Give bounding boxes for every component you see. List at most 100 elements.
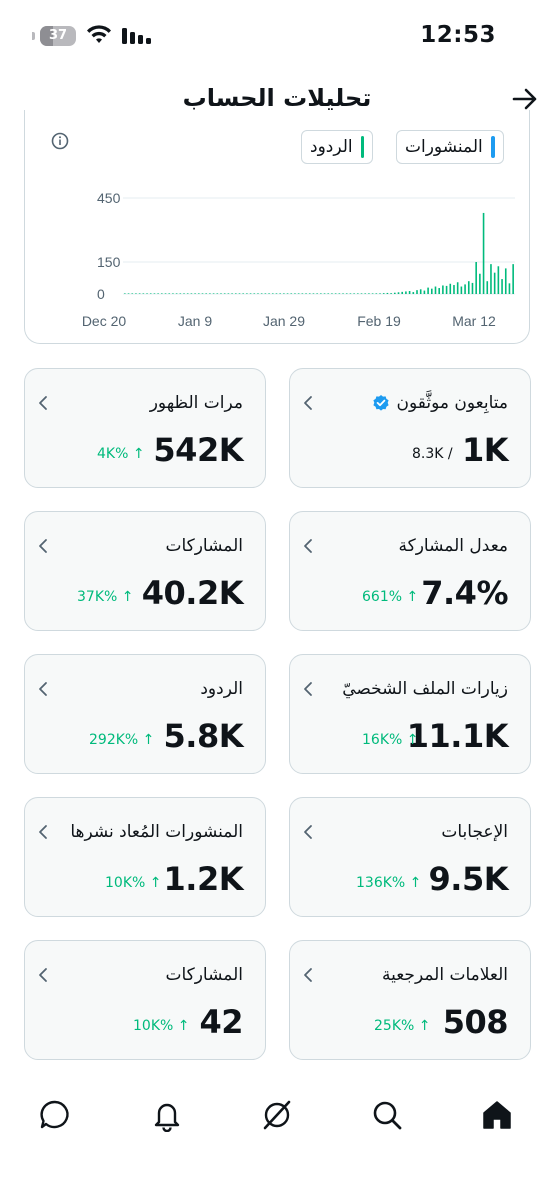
verified-badge-icon	[373, 395, 390, 411]
chart-bar	[482, 212, 485, 294]
chart-bar	[456, 282, 459, 294]
chart-bar	[349, 293, 352, 294]
chart-bar	[153, 293, 156, 294]
chart-bar	[212, 293, 215, 294]
battery-icon: 37	[40, 26, 76, 46]
chart-bar	[479, 273, 481, 294]
chart-bar	[368, 293, 370, 294]
chart-bar	[449, 283, 452, 294]
stat-label: الإعجابات	[441, 822, 508, 842]
chart-bar	[249, 293, 252, 294]
chevron-left-icon	[39, 682, 47, 696]
stat-card-engagement-rate[interactable]: معدل المشاركة 7.4% 661% ↑	[289, 511, 531, 631]
stat-value: 9.5K	[428, 860, 509, 898]
stat-label: المنشورات المُعاد نشرها	[70, 822, 243, 842]
chart-bar	[268, 293, 270, 294]
chart-bar	[390, 293, 392, 294]
chart-bar	[334, 293, 337, 294]
chevron-left-icon	[304, 682, 312, 696]
chart-bar	[186, 293, 189, 294]
stat-card-impressions[interactable]: مرات الظهور 542K 4K% ↑	[24, 368, 266, 488]
stat-value: 7.4%	[421, 574, 508, 612]
chart-bar	[260, 293, 263, 294]
chart-bar	[501, 279, 503, 294]
search-icon[interactable]	[370, 1098, 404, 1132]
chart-bar	[405, 291, 407, 294]
chart-bar	[283, 293, 285, 294]
chart-bar	[305, 293, 307, 294]
stat-change: 10K% ↑	[105, 875, 162, 891]
stat-card-verified-followers[interactable]: متابِعون موثَّقون 1K 8.3K /	[289, 368, 531, 488]
chart-bar	[275, 293, 278, 294]
legend-label-posts: المنشورات	[405, 137, 483, 157]
chart-bar	[382, 293, 385, 294]
wifi-icon	[87, 25, 111, 43]
chart-bar	[194, 293, 196, 294]
stat-value: 1.2K	[163, 860, 244, 898]
chart-bar	[493, 272, 496, 294]
chart-bar	[308, 293, 311, 294]
stat-card-profile-visits[interactable]: زيارات الملف الشخصيّ 11.1K 16K% ↑	[289, 654, 531, 774]
chart-bar	[161, 293, 163, 294]
chart-bar	[216, 293, 219, 294]
y-tick-label: 450	[97, 190, 121, 206]
legend-posts[interactable]: المنشورات	[396, 130, 504, 164]
stat-card-bookmarks[interactable]: العلامات المرجعية 508 25K% ↑	[289, 940, 531, 1060]
grok-icon[interactable]	[260, 1098, 294, 1132]
notifications-icon[interactable]	[150, 1098, 184, 1132]
legend-replies[interactable]: الردود	[301, 130, 373, 164]
chevron-left-icon	[39, 539, 47, 553]
chart-bar	[357, 293, 359, 294]
bottom-nav	[0, 1080, 554, 1150]
stat-label: الردود	[200, 679, 243, 699]
chart-bar	[401, 291, 404, 294]
chart-bar	[394, 292, 396, 294]
chart-bar	[434, 286, 437, 294]
chart-bar	[442, 285, 444, 294]
chevron-left-icon	[304, 968, 312, 982]
chart-bar	[338, 293, 341, 294]
chart-bar	[412, 292, 415, 294]
chart-bar	[131, 293, 134, 294]
battery-tip	[32, 32, 35, 40]
stat-label: المشاركات	[165, 536, 243, 556]
status-time: 12:53	[420, 22, 496, 48]
stat-label: المشاركات	[165, 965, 243, 985]
y-tick-label: 150	[97, 254, 121, 270]
chart-bar	[312, 293, 315, 294]
chart-bar	[127, 293, 130, 294]
chart-bar	[164, 293, 167, 294]
battery-percent: 37	[48, 28, 68, 43]
home-icon[interactable]	[480, 1098, 514, 1132]
chart-bar	[238, 293, 241, 294]
stat-card-reposts[interactable]: المنشورات المُعاد نشرها 1.2K 10K% ↑	[24, 797, 266, 917]
chart-bar	[379, 293, 381, 294]
cellular-signal-icon	[122, 28, 151, 44]
chart-bar	[246, 293, 248, 294]
chart-bar	[271, 293, 274, 294]
legend-swatch-posts	[490, 136, 495, 158]
chart-bar	[508, 283, 511, 294]
chart-bar	[375, 293, 378, 294]
x-tick-label: Feb 19	[357, 313, 401, 329]
chart-bar	[438, 288, 440, 294]
stat-card-engagements[interactable]: المشاركات 40.2K 37K% ↑	[24, 511, 266, 631]
chart-bar	[464, 284, 466, 294]
chart-bar	[286, 293, 289, 294]
stat-label: متابِعون موثَّقون	[372, 393, 508, 413]
chart-bar	[445, 285, 448, 294]
info-icon[interactable]	[51, 132, 69, 150]
chevron-left-icon	[304, 825, 312, 839]
analytics-chart: 450 150 0 Dec 20 Jan 9 Jan 29 Feb 19 Mar 12	[82, 190, 515, 329]
stat-card-likes[interactable]: الإعجابات 9.5K 136K% ↑	[289, 797, 531, 917]
stat-card-replies[interactable]: الردود 5.8K 292K% ↑	[24, 654, 266, 774]
stat-change: 292K% ↑	[89, 732, 155, 748]
messages-icon[interactable]	[38, 1098, 72, 1132]
chart-bar	[209, 293, 211, 294]
chart-bar	[168, 293, 171, 294]
chart-bar	[175, 293, 178, 294]
chart-bar	[290, 293, 293, 294]
stat-card-shares[interactable]: المشاركات 42 10K% ↑	[24, 940, 266, 1060]
stat-change: 136K% ↑	[356, 875, 422, 891]
stat-label: زيارات الملف الشخصيّ	[342, 679, 508, 699]
